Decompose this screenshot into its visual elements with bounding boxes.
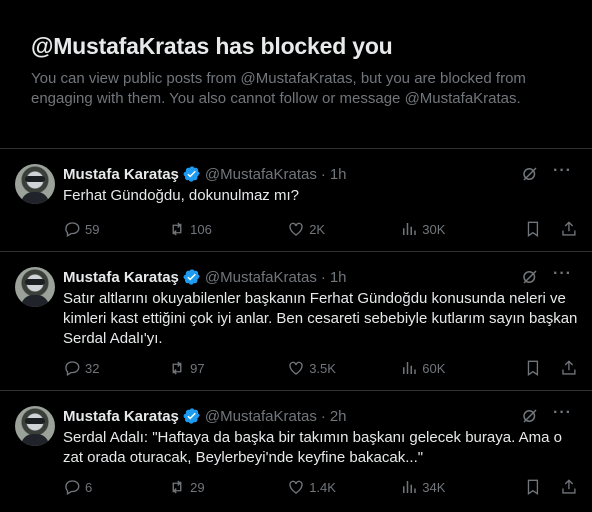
author-handle[interactable]: @MustafaKratas: [205, 408, 317, 425]
views-chart-icon: [403, 362, 417, 374]
reply-icon: [65, 222, 80, 237]
more-options-icon[interactable]: ···: [553, 404, 572, 422]
avatar[interactable]: [15, 267, 55, 307]
post-text: Ferhat Gündoğdu, dokunulmaz mı?: [63, 187, 299, 204]
separator: ·: [320, 407, 326, 425]
reply-button[interactable]: 32: [63, 359, 168, 377]
like-button[interactable]: 3.5K: [287, 359, 400, 377]
author-name[interactable]: Mustafa Karataş: [63, 269, 179, 286]
author-name[interactable]: Mustafa Karataş: [63, 166, 179, 183]
repost-button[interactable]: 29: [168, 478, 287, 496]
views-chart-icon: [403, 481, 417, 493]
repost-count: 97: [190, 360, 205, 376]
like-button[interactable]: 1.4K: [287, 478, 400, 496]
verified-badge-icon: [183, 269, 200, 285]
bookmark-icon[interactable]: [524, 478, 542, 496]
repost-icon: [172, 480, 182, 494]
views-chart-icon: [403, 223, 417, 235]
view-count: 30K: [422, 221, 446, 237]
view-count: 34K: [422, 479, 446, 495]
reply-count: 32: [85, 360, 100, 376]
repost-count: 106: [190, 221, 212, 237]
reply-count: 6: [85, 479, 93, 495]
repost-button[interactable]: 97: [168, 359, 287, 377]
heart-icon: [289, 222, 303, 236]
post-text: Serdal Adalı: "Haftaya da başka bir takı…: [63, 429, 562, 466]
author-handle[interactable]: @MustafaKratas: [205, 269, 317, 286]
post[interactable]: Mustafa Karataş @MustafaKratas · 2h ··· …: [0, 390, 592, 512]
avatar[interactable]: [15, 164, 55, 204]
reply-icon: [65, 361, 80, 376]
author-name[interactable]: Mustafa Karataş: [63, 408, 179, 425]
share-icon[interactable]: [560, 220, 578, 238]
more-options-icon[interactable]: ···: [553, 265, 572, 283]
blocked-notice: @MustafaKratas has blocked you You can v…: [0, 0, 592, 148]
post-text: Satır altlarını okuyabilenler başkanın F…: [63, 290, 578, 347]
reply-button[interactable]: 6: [63, 478, 168, 496]
heart-icon: [289, 480, 303, 494]
views-button[interactable]: 34K: [400, 478, 524, 496]
repost-count: 29: [190, 479, 205, 495]
reply-button[interactable]: 59: [63, 220, 168, 238]
bookmark-icon[interactable]: [524, 359, 542, 377]
avatar[interactable]: [15, 406, 55, 446]
blocked-message: You can view public posts from @MustafaK…: [31, 70, 526, 107]
like-count: 1.4K: [309, 479, 336, 495]
like-button[interactable]: 2K: [287, 220, 400, 238]
heart-icon: [289, 361, 303, 375]
reply-count: 59: [85, 221, 100, 237]
grok-icon[interactable]: [521, 165, 539, 183]
share-icon[interactable]: [560, 478, 578, 496]
like-count: 3.5K: [309, 360, 336, 376]
repost-button[interactable]: 106: [168, 220, 287, 238]
share-icon[interactable]: [560, 359, 578, 377]
bookmark-icon[interactable]: [524, 220, 542, 238]
post[interactable]: Mustafa Karataş @MustafaKratas · 1h ··· …: [0, 148, 592, 251]
post[interactable]: Mustafa Karataş @MustafaKratas · 1h ··· …: [0, 251, 592, 390]
grok-icon[interactable]: [521, 407, 539, 425]
author-handle[interactable]: @MustafaKratas: [205, 166, 317, 183]
reply-icon: [65, 480, 80, 495]
grok-icon[interactable]: [521, 268, 539, 286]
verified-badge-icon: [183, 166, 200, 182]
post-time[interactable]: 1h: [330, 166, 347, 183]
post-time[interactable]: 2h: [330, 408, 347, 425]
separator: ·: [320, 165, 326, 183]
verified-badge-icon: [183, 408, 200, 424]
like-count: 2K: [309, 221, 326, 237]
view-count: 60K: [422, 360, 446, 376]
repost-icon: [172, 222, 182, 236]
repost-icon: [172, 361, 182, 375]
views-button[interactable]: 60K: [400, 359, 524, 377]
blocked-title: @MustafaKratas has blocked you: [31, 33, 393, 59]
post-time[interactable]: 1h: [330, 269, 347, 286]
views-button[interactable]: 30K: [400, 220, 524, 238]
more-options-icon[interactable]: ···: [553, 162, 572, 180]
separator: ·: [320, 268, 326, 286]
